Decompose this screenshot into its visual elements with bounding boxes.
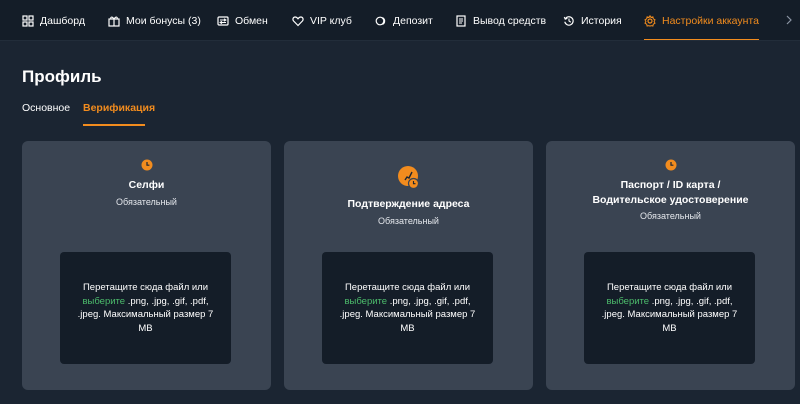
nav-label: VIP клуб <box>310 14 352 27</box>
heart-icon <box>292 15 304 26</box>
nav-item-deposit[interactable]: Депозит <box>375 0 433 40</box>
top-navigation: Дашборд Мои бонусы (3) Обмен VIP клуб Де… <box>0 0 800 41</box>
history-icon <box>563 15 574 26</box>
nav-label: Обмен <box>235 14 268 27</box>
nav-item-bonuses[interactable]: Мои бонусы (3) <box>108 0 201 40</box>
clock-icon <box>141 159 152 171</box>
chevron-right-icon[interactable] <box>784 13 794 27</box>
dropzone-text: Перетащите сюда файл или выберите .png, … <box>600 281 740 335</box>
choose-file-link[interactable]: выберите <box>606 296 649 307</box>
tab-verification[interactable]: Верификация <box>83 102 156 126</box>
nav-item-exchange[interactable]: Обмен <box>217 0 268 40</box>
verification-card-passport: Паспорт / ID карта / Водительское удосто… <box>546 141 795 390</box>
dropzone-text-before: Перетащите сюда файл или <box>606 282 733 293</box>
choose-file-link[interactable]: выберите <box>344 296 387 307</box>
page-title: Профиль <box>22 67 102 86</box>
receipt-icon <box>456 14 466 27</box>
tab-label: Верификация <box>83 102 156 114</box>
nav-item-withdraw[interactable]: Вывод средств <box>455 0 547 40</box>
file-dropzone[interactable]: Перетащите сюда файл или выберите .png, … <box>322 252 493 364</box>
gear-icon <box>644 14 656 27</box>
nav-label: Депозит <box>393 14 433 27</box>
dropzone-text: Перетащите сюда файл или выберите .png, … <box>338 281 478 335</box>
card-title: Селфи <box>128 179 165 191</box>
address-pending-icon <box>397 166 419 190</box>
card-subtitle: Обязательный <box>378 216 439 226</box>
grid-icon <box>22 14 34 27</box>
clock-icon <box>665 159 676 171</box>
nav-item-history[interactable]: История <box>563 0 622 40</box>
file-dropzone[interactable]: Перетащите сюда файл или выберите .png, … <box>584 252 755 364</box>
nav-item-account-settings[interactable]: Настройки аккаунта <box>644 0 759 40</box>
nav-label: Настройки аккаунта <box>662 14 759 27</box>
nav-label: Вывод средств <box>473 14 547 27</box>
tab-label: Основное <box>22 102 71 114</box>
nav-label: Дашборд <box>40 14 85 27</box>
choose-file-link[interactable]: выберите <box>82 296 125 307</box>
exchange-icon <box>217 15 229 26</box>
nav-label: История <box>581 14 622 27</box>
coins-icon <box>375 16 386 25</box>
file-dropzone[interactable]: Перетащите сюда файл или выберите .png, … <box>60 252 231 364</box>
dropzone-text-before: Перетащите сюда файл или <box>344 282 471 293</box>
active-nav-underline <box>644 39 759 40</box>
active-tab-underline <box>83 124 145 126</box>
verification-card-address: Подтверждение адреса Обязательный Перета… <box>284 141 533 390</box>
nav-item-vip[interactable]: VIP клуб <box>292 0 352 40</box>
verification-card-selfie: Селфи Обязательный Перетащите сюда файл … <box>22 141 271 390</box>
tab-basic[interactable]: Основное <box>22 102 70 114</box>
card-title: Паспорт / ID карта / <box>620 179 721 191</box>
card-title-line-2: Водительское удостоверение <box>592 194 749 206</box>
nav-item-dashboard[interactable]: Дашборд <box>22 0 85 40</box>
nav-label: Мои бонусы (3) <box>126 14 201 27</box>
card-subtitle: Обязательный <box>116 197 177 207</box>
gift-icon <box>108 16 120 27</box>
card-title: Подтверждение адреса <box>347 198 470 210</box>
card-subtitle: Обязательный <box>640 211 701 221</box>
dropzone-text: Перетащите сюда файл или выберите .png, … <box>76 281 216 335</box>
dropzone-text-before: Перетащите сюда файл или <box>82 282 209 293</box>
